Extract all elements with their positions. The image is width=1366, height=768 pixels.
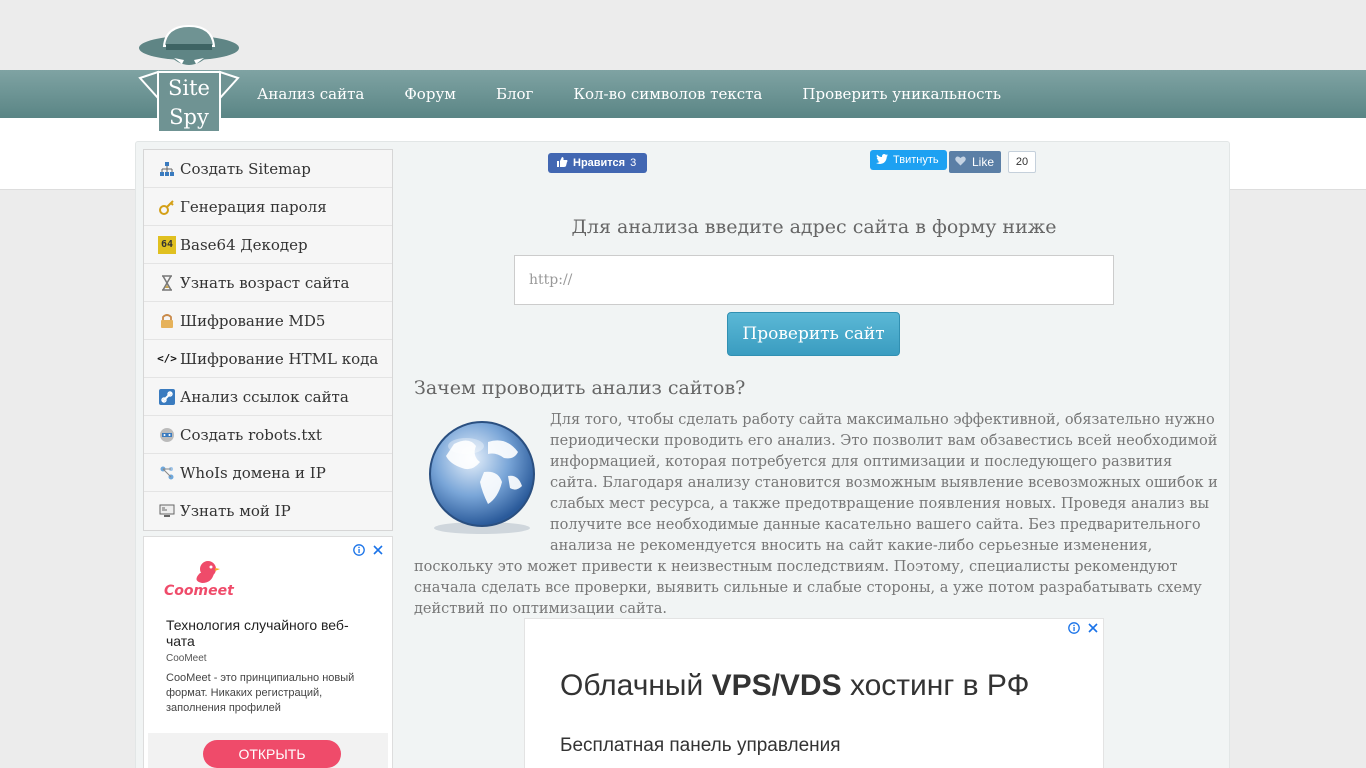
sidebar-item-site-age[interactable]: Узнать возраст сайта [144, 264, 392, 302]
logo-text-site: Site [168, 76, 210, 100]
code-icon: </> [157, 352, 177, 365]
sidebar-item-label: Создать Sitemap [180, 159, 311, 178]
sidebar-item-label: Анализ ссылок сайта [180, 387, 349, 406]
hosting-ad[interactable]: Облачный VPS/VDS хостинг в РФ Бесплатная… [524, 618, 1104, 768]
vk-like-label: Like [972, 155, 995, 169]
nav-item-forum[interactable]: Форум [384, 70, 476, 118]
nav-item-char-count[interactable]: Кол-во символов текста [553, 70, 782, 118]
sidebar-item-label: Шифрование MD5 [180, 311, 326, 330]
heart-icon [955, 155, 966, 169]
hourglass-icon [158, 274, 176, 292]
hosting-ad-heading-pre: Облачный [560, 669, 712, 702]
close-icon[interactable] [1086, 621, 1099, 634]
info-icon[interactable] [352, 543, 365, 556]
sidebar-item-sitemap[interactable]: Создать Sitemap [144, 150, 392, 188]
robot-icon [158, 426, 176, 444]
sidebar-item-my-ip[interactable]: Узнать мой IP [144, 492, 392, 530]
network-icon [158, 464, 176, 482]
sidebar-item-label: Шифрование HTML кода [180, 349, 379, 368]
sidebar-item-md5[interactable]: Шифрование MD5 [144, 302, 392, 340]
ad-brand: CooMeet [166, 653, 207, 664]
info-icon[interactable] [1067, 621, 1080, 634]
sidebar-item-label: Генерация пароля [180, 197, 327, 216]
sidebar-item-whois[interactable]: WhoIs домена и IP [144, 454, 392, 492]
site-spy-logo[interactable]: Site Spy [136, 22, 242, 136]
sidebar: Создать Sitemap Генерация пароля 64 Base… [143, 149, 393, 531]
link-icon [158, 388, 176, 406]
hosting-ad-heading: Облачный VPS/VDS хостинг в РФ [560, 669, 1029, 703]
globe-icon [429, 421, 535, 534]
coomeet-logo-text: Coomeet [164, 583, 234, 599]
monitor-icon [158, 502, 176, 520]
sidebar-item-password[interactable]: Генерация пароля [144, 188, 392, 226]
ad-open-button[interactable]: ОТКРЫТЬ [203, 740, 341, 768]
ad-badges [352, 543, 384, 556]
ad-title[interactable]: Технология случайного веб-чата [166, 617, 376, 649]
sidebar-item-robots[interactable]: Создать robots.txt [144, 416, 392, 454]
main-nav: Анализ сайта Форум Блог Кол-во символов … [237, 70, 1021, 118]
sidebar-item-base64[interactable]: 64 Base64 Декодер [144, 226, 392, 264]
hosting-ad-subheading: Бесплатная панель управления [560, 735, 841, 756]
logo-text-spy: Spy [169, 105, 209, 129]
facebook-like-label: Нравится [573, 157, 626, 169]
key-icon [158, 198, 176, 216]
sidebar-item-html-encrypt[interactable]: </> Шифрование HTML кода [144, 340, 392, 378]
twitter-tweet-label: Твитнуть [893, 154, 939, 166]
nav-item-site-analysis[interactable]: Анализ сайта [237, 70, 384, 118]
nav-item-blog[interactable]: Блог [476, 70, 553, 118]
facebook-like-count: 3 [630, 157, 637, 169]
article-title: Зачем проводить анализ сайтов? [414, 377, 746, 399]
sidebar-ad[interactable]: Coomeet Технология случайного веб-чата C… [143, 536, 393, 768]
url-input[interactable] [514, 255, 1114, 305]
twitter-bird-icon [876, 153, 888, 167]
ad-cta-area: ОТКРЫТЬ [148, 733, 388, 768]
sidebar-ad-inner: Coomeet Технология случайного веб-чата C… [148, 541, 388, 768]
hosting-ad-heading-post: хостинг в РФ [841, 669, 1030, 702]
facebook-like-button[interactable]: Нравится 3 [548, 153, 647, 173]
hosting-ad-heading-bold: VPS/VDS [711, 669, 842, 702]
vk-like-button[interactable]: Like [949, 151, 1001, 173]
lock-icon [158, 312, 176, 330]
vk-like-count: 20 [1008, 151, 1036, 173]
base64-icon: 64 [158, 235, 176, 254]
sidebar-item-label: WhoIs домена и IP [180, 463, 326, 482]
form-title: Для анализа введите адрес сайта в форму … [571, 216, 1057, 238]
sidebar-item-label: Создать robots.txt [180, 425, 322, 444]
ad-description: CooMeet - это принципиально новый формат… [166, 672, 355, 714]
sidebar-item-label: Base64 Декодер [180, 235, 308, 254]
sidebar-item-label: Узнать мой IP [180, 502, 291, 520]
nav-item-uniqueness[interactable]: Проверить уникальность [782, 70, 1021, 118]
sitemap-icon [158, 160, 176, 178]
ad-badges [1067, 621, 1099, 634]
check-site-button[interactable]: Проверить сайт [727, 312, 900, 356]
sidebar-item-label: Узнать возраст сайта [180, 273, 350, 292]
sidebar-item-links[interactable]: Анализ ссылок сайта [144, 378, 392, 416]
thumbs-up-icon [556, 156, 568, 171]
article-body: Для того, чтобы сделать работу сайта мак… [414, 410, 1219, 620]
twitter-tweet-button[interactable]: Твитнуть [870, 150, 947, 170]
close-icon[interactable] [371, 543, 384, 556]
